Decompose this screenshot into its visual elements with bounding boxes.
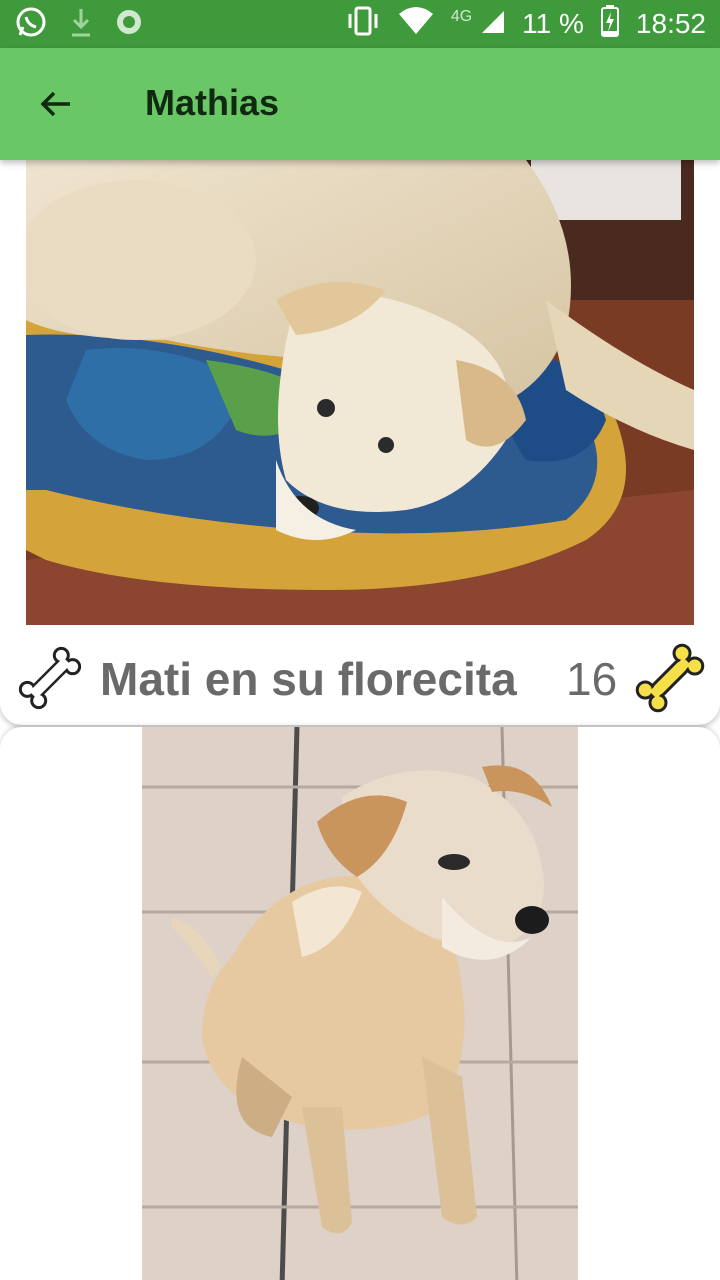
post-caption-row: Mati en su florecita 16 <box>0 638 720 718</box>
network-type: 4G <box>450 8 473 25</box>
post-card: Mati en su florecita 16 <box>0 160 720 725</box>
battery-charging-icon <box>600 4 620 45</box>
like-count: 16 <box>566 653 618 705</box>
page-title: Mathias <box>145 82 280 123</box>
dog-on-bed-photo[interactable] <box>26 160 694 625</box>
post-card <box>0 727 720 1280</box>
battery-level: 11 % <box>522 8 584 39</box>
clock: 18:52 <box>635 8 706 39</box>
dog-sitting-photo[interactable] <box>142 727 578 1280</box>
app-bar: Mathias <box>0 48 720 160</box>
wifi-icon <box>397 6 435 43</box>
bone-icon[interactable] <box>14 642 86 719</box>
signal-icon <box>480 7 506 42</box>
post-caption: Mati en su florecita <box>100 653 517 705</box>
back-button[interactable] <box>28 76 84 132</box>
bone-like-icon[interactable] <box>632 642 708 719</box>
vibrate-icon <box>345 5 381 44</box>
whatsapp-icon <box>14 5 48 44</box>
download-icon <box>68 5 94 44</box>
status-bar: 4G 11 % 18:52 <box>0 0 720 48</box>
arrow-back-icon <box>40 91 70 117</box>
sync-icon <box>114 7 144 42</box>
